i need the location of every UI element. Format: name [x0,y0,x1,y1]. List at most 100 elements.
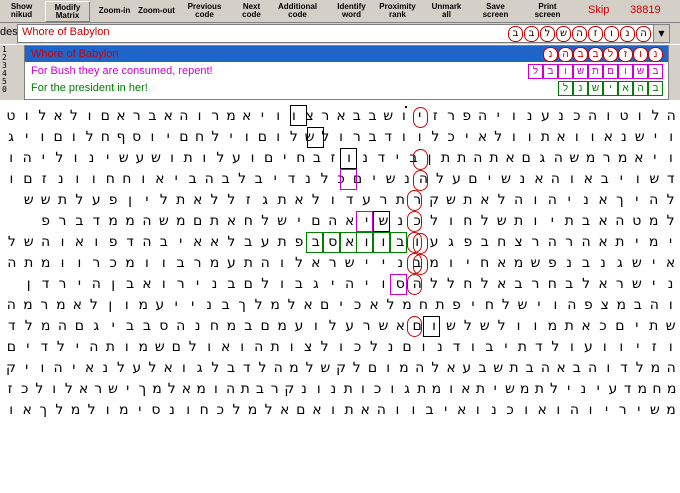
matrix-cell[interactable]: א [493,253,510,274]
matrix-cell[interactable]: ר [54,274,71,295]
matrix-cell[interactable]: מ [37,253,54,274]
matrix-cell[interactable]: כ [502,400,518,421]
matrix-cell[interactable]: ה [139,232,156,253]
matrix-cell[interactable]: ה [250,337,266,358]
matrix-cell[interactable]: ת [532,379,547,400]
matrix-cell[interactable]: ל [207,358,223,379]
matrix-cell[interactable]: ע [132,148,148,169]
matrix-cell[interactable]: מ [244,400,260,421]
matrix-cell[interactable]: י [628,232,645,253]
matrix-cell[interactable]: ל [547,337,563,358]
matrix-cell[interactable]: ח [196,400,212,421]
matrix-cell[interactable]: ב [172,253,189,274]
matrix-cell[interactable]: ת [206,211,223,232]
matrix-cell[interactable]: ו [54,232,71,253]
matrix-cell[interactable]: כ [17,379,32,400]
matrix-cell[interactable]: א [531,169,547,190]
matrix-cell[interactable]: ט [628,211,645,232]
matrix-cell[interactable]: ו [82,106,98,127]
matrix-cell[interactable]: ד [37,274,54,295]
matrix-cell[interactable]: ע [88,190,105,211]
matrix-cell[interactable]: א [76,379,91,400]
matrix-cell[interactable]: פ [459,106,475,127]
matrix-cell[interactable]: ר [207,106,223,127]
matrix-cell[interactable]: ה [645,190,662,211]
matrix-cell[interactable]: מ [37,316,54,337]
matrix-cell[interactable]: ל [493,190,510,211]
matrix-cell[interactable]: ב [122,274,139,295]
matrix-cell[interactable]: נ [164,400,180,421]
matrix-cell[interactable]: ת [438,148,454,169]
matrix-cell[interactable]: ב [291,274,308,295]
matrix-cell[interactable]: מ [582,148,598,169]
matrix-cell[interactable]: א [553,358,569,379]
matrix-cell[interactable]: ב [184,169,200,190]
matrix-cell[interactable]: א [189,190,206,211]
matrix-cell[interactable]: ם [399,337,415,358]
matrix-cell[interactable]: ת [267,337,283,358]
matrix-cell[interactable]: ל [459,316,476,337]
matrix-cell[interactable]: ה [324,211,341,232]
matrix-cell[interactable]: ע [223,253,240,274]
matrix-cell[interactable]: ה [415,169,431,190]
matrix-cell[interactable]: ת [54,190,71,211]
matrix-cell[interactable]: ת [238,379,253,400]
matrix-cell[interactable]: י [412,106,428,127]
matrix-cell[interactable]: א [458,379,473,400]
matrix-cell[interactable]: ם [257,316,274,337]
matrix-cell[interactable]: ח [102,169,118,190]
matrix-cell[interactable]: ת [506,358,522,379]
matrix-cell[interactable]: ב [422,400,438,421]
matrix-cell[interactable]: ש [628,274,645,295]
matrix-cell[interactable]: פ [544,253,561,274]
matrix-cell[interactable]: ו [244,148,260,169]
matrix-cell[interactable]: פ [105,232,122,253]
matrix-cell[interactable]: ס [129,127,145,148]
matrix-cell[interactable]: ך [135,379,150,400]
matrix-cell[interactable]: ב [578,253,595,274]
matrix-cell[interactable]: ע [605,379,620,400]
matrix-cell[interactable]: ו [324,190,341,211]
matrix-cell[interactable]: י [132,400,148,421]
matrix-cell[interactable]: ר [375,190,392,211]
matrix-cell[interactable]: ש [20,232,37,253]
matrix-cell[interactable]: נ [522,106,538,127]
matrix-cell[interactable]: פ [37,211,54,232]
matrix-cell[interactable]: ל [426,274,443,295]
matrix-cell[interactable]: ד [448,337,464,358]
matrix-cell[interactable]: ה [341,274,358,295]
matrix-cell[interactable]: י [71,274,88,295]
matrix-cell[interactable]: א [50,106,66,127]
matrix-cell[interactable]: י [139,190,156,211]
matrix-cell[interactable]: ת [341,400,357,421]
matrix-cell[interactable]: ה [663,106,679,127]
matrix-cell[interactable]: ס [148,400,164,421]
matrix-cell[interactable]: א [139,274,156,295]
matrix-cell[interactable]: א [600,127,616,148]
matrix-cell[interactable]: ו [380,358,396,379]
matrix-cell[interactable]: ש [490,358,506,379]
matrix-cell[interactable]: א [443,358,459,379]
matrix-cell[interactable]: ל [498,295,514,316]
matrix-cell[interactable]: ל [228,400,244,421]
matrix-cell[interactable]: ו [405,400,421,421]
matrix-cell[interactable]: ל [184,337,200,358]
matrix-cell[interactable]: ר [527,274,544,295]
matrix-cell[interactable]: ל [307,190,324,211]
matrix-cell[interactable]: ו [47,379,62,400]
matrix-cell[interactable]: ם [261,148,277,169]
matrix-cell[interactable]: ך [234,295,250,316]
matrix-cell[interactable]: ם [240,274,257,295]
matrix-cell[interactable]: א [309,400,325,421]
matrix-cell[interactable]: ה [663,358,679,379]
matrix-cell[interactable]: כ [409,211,426,232]
matrix-cell[interactable]: ה [578,232,595,253]
matrix-cell[interactable]: א [662,253,679,274]
matrix-cell[interactable]: ם [3,337,19,358]
matrix-cell[interactable]: נ [399,169,415,190]
matrix-cell[interactable]: ח [476,253,493,274]
matrix-cell[interactable]: ו [527,211,544,232]
matrix-cell[interactable]: ת [274,232,291,253]
matrix-cell[interactable]: י [100,148,116,169]
matrix-cell[interactable]: א [333,106,349,127]
